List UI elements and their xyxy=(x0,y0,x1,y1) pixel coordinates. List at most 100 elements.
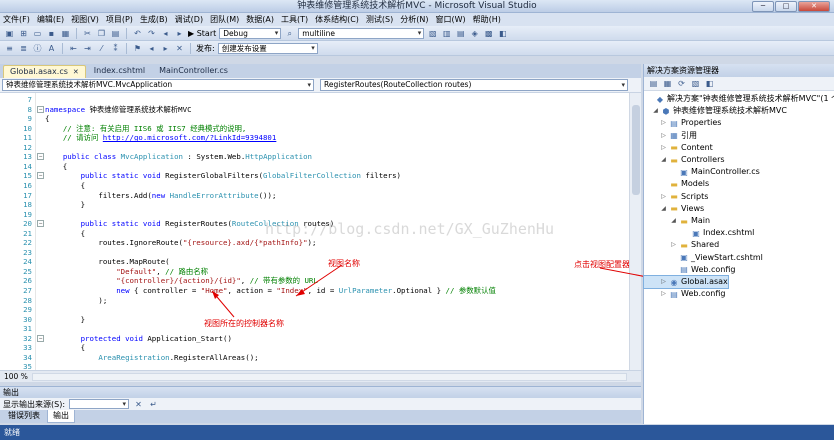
bookmark-clear-icon[interactable]: ✕ xyxy=(174,43,185,54)
expand-arrow-icon[interactable]: ◢ xyxy=(652,105,659,117)
tree-item[interactable]: ▣ Index.cshtml xyxy=(644,227,754,239)
tree-item[interactable]: ▷ ▤ Properties xyxy=(644,117,721,129)
extension-manager-icon[interactable]: ◧ xyxy=(497,28,508,39)
properties-icon[interactable]: ▤ xyxy=(648,78,659,89)
bookmark-next-icon[interactable]: ▸ xyxy=(160,43,171,54)
expand-arrow-icon[interactable]: ▷ xyxy=(660,117,667,129)
tree-item[interactable]: ◆解决方案"钟表维修管理系统技术解析MVC"(1 个项目) xyxy=(644,93,834,105)
start-debugging-button[interactable]: ▶ Start xyxy=(188,29,216,38)
comment-icon[interactable]: ⁄ xyxy=(96,43,107,54)
expand-arrow-icon[interactable]: ▷ xyxy=(660,288,667,300)
member-list-icon[interactable]: ≡ xyxy=(4,43,15,54)
redo-icon[interactable]: ↷ xyxy=(146,28,157,39)
tree-item[interactable]: ▷ ◉ Global.asax xyxy=(643,275,729,289)
parameter-info-icon[interactable]: ≣ xyxy=(18,43,29,54)
editor-vertical-scrollbar[interactable] xyxy=(629,93,641,370)
view-designer-icon[interactable]: ◧ xyxy=(704,78,715,89)
refresh-icon[interactable]: ⟳ xyxy=(676,78,687,89)
menu-window[interactable]: 窗口(W) xyxy=(435,14,465,25)
tree-item[interactable]: ▷ ▤ Web.config xyxy=(644,288,725,300)
undo-icon[interactable]: ↶ xyxy=(132,28,143,39)
increase-indent-icon[interactable]: ⇥ xyxy=(82,43,93,54)
navigate-back-icon[interactable]: ◂ xyxy=(160,28,171,39)
expand-arrow-icon[interactable]: ◢ xyxy=(670,215,677,227)
find-in-files-icon[interactable]: ▧ xyxy=(427,28,438,39)
menu-tools[interactable]: 工具(T) xyxy=(281,14,308,25)
word-wrap-icon[interactable]: ↵ xyxy=(148,399,159,410)
output-source-combo[interactable] xyxy=(69,399,130,409)
menu-project[interactable]: 项目(P) xyxy=(106,14,133,25)
tab-global-asax-cs[interactable]: Global.asax.cs ✕ xyxy=(3,65,86,78)
bookmark-prev-icon[interactable]: ◂ xyxy=(146,43,157,54)
menu-data[interactable]: 数据(A) xyxy=(246,14,274,25)
menu-test[interactable]: 测试(S) xyxy=(366,14,393,25)
copy-icon[interactable]: ❐ xyxy=(96,28,107,39)
expand-arrow-icon[interactable]: ▷ xyxy=(660,142,667,154)
paste-icon[interactable]: ▤ xyxy=(110,28,121,39)
tab-main-controller[interactable]: MainController.cs xyxy=(153,65,234,78)
tree-item[interactable]: ◢ ▬ Views xyxy=(644,203,704,215)
save-all-icon[interactable]: ▦ xyxy=(60,28,71,39)
save-icon[interactable]: ▪ xyxy=(46,28,57,39)
show-all-files-icon[interactable]: ▦ xyxy=(662,78,673,89)
tree-item[interactable]: ▬ Models xyxy=(644,178,709,190)
navigate-forward-icon[interactable]: ▸ xyxy=(174,28,185,39)
tree-item[interactable]: ◢ ▬ Controllers xyxy=(644,154,724,166)
menu-help[interactable]: 帮助(H) xyxy=(473,14,501,25)
tab-error-list[interactable]: 错误列表 xyxy=(3,410,45,423)
tab-output[interactable]: 输出 xyxy=(47,410,75,423)
cut-icon[interactable]: ✂ xyxy=(82,28,93,39)
toolbox-icon[interactable]: ▩ xyxy=(483,28,494,39)
find-icon[interactable]: ⌕ xyxy=(284,28,295,39)
close-tab-icon[interactable]: ✕ xyxy=(73,68,79,76)
menu-file[interactable]: 文件(F) xyxy=(3,14,30,25)
menu-architecture[interactable]: 体系结构(C) xyxy=(315,14,359,25)
minimize-icon[interactable]: ─ xyxy=(752,1,774,12)
tree-item[interactable]: ◢ ▬ Main xyxy=(644,215,710,227)
code-editor[interactable]: 7 8− namespace 钟表维修管理系统技术解析MVC 9{10 // 注意: … xyxy=(0,93,641,370)
menu-edit[interactable]: 编辑(E) xyxy=(37,14,64,25)
class-combo[interactable]: 钟表维修管理系统技术解析MVC.MvcApplication xyxy=(2,79,314,91)
add-item-icon[interactable]: ⊞ xyxy=(18,28,29,39)
horizontal-scroll-track[interactable] xyxy=(31,372,627,381)
scroll-thumb[interactable] xyxy=(632,105,640,195)
tree-item[interactable]: ▷ ▬ Content xyxy=(644,142,713,154)
solution-configuration-combo[interactable]: Debug xyxy=(219,27,282,39)
zoom-level[interactable]: 100 % xyxy=(0,372,32,381)
expand-arrow-icon[interactable]: ◢ xyxy=(660,154,667,166)
uncomment-icon[interactable]: ⁑ xyxy=(110,43,121,54)
decrease-indent-icon[interactable]: ⇤ xyxy=(68,43,79,54)
expand-arrow-icon[interactable]: ▷ xyxy=(660,130,667,142)
open-file-icon[interactable]: ▭ xyxy=(32,28,43,39)
expand-arrow-icon[interactable]: ▷ xyxy=(660,191,667,203)
new-project-icon[interactable]: ▣ xyxy=(4,28,15,39)
find-combo[interactable]: multiline xyxy=(298,27,425,39)
tree-item[interactable]: ▤ Web.config xyxy=(644,264,735,276)
tree-item[interactable]: ▷ ▬ Scripts xyxy=(644,191,708,203)
clear-all-icon[interactable]: ✕ xyxy=(133,399,144,410)
close-icon[interactable]: ✕ xyxy=(798,1,830,12)
quick-info-icon[interactable]: ⓘ xyxy=(32,43,43,54)
tree-item[interactable]: ▷ ▬ Shared xyxy=(644,239,719,251)
menu-debug[interactable]: 调试(D) xyxy=(175,14,203,25)
view-code-icon[interactable]: ▧ xyxy=(690,78,701,89)
menu-build[interactable]: 生成(B) xyxy=(140,14,168,25)
maximize-icon[interactable]: □ xyxy=(775,1,797,12)
bookmark-toggle-icon[interactable]: ⚑ xyxy=(132,43,143,54)
expand-arrow-icon[interactable]: ▷ xyxy=(670,239,677,251)
solution-explorer-icon[interactable]: ▥ xyxy=(441,28,452,39)
editor-horizontal-scrollbar[interactable]: 100 % xyxy=(0,370,641,382)
tree-item[interactable]: ▣ MainController.cs xyxy=(644,166,760,178)
object-browser-icon[interactable]: ◈ xyxy=(469,28,480,39)
tree-item[interactable]: ◢ ⬢ 钟表维修管理系统技术解析MVC xyxy=(644,105,787,117)
tree-item[interactable]: ▷ ▦ 引用 xyxy=(644,130,697,142)
member-combo[interactable]: RegisterRoutes(RouteCollection routes) xyxy=(320,79,628,91)
expand-arrow-icon[interactable]: ▷ xyxy=(660,276,667,288)
tab-index-cshtml[interactable]: Index.cshtml xyxy=(88,65,151,78)
menu-team[interactable]: 团队(M) xyxy=(210,14,239,25)
publish-combo[interactable]: 创建发布设置 xyxy=(217,42,318,54)
tree-item[interactable]: ▣ _ViewStart.cshtml xyxy=(644,252,763,264)
menu-analyze[interactable]: 分析(N) xyxy=(400,14,428,25)
menu-view[interactable]: 视图(V) xyxy=(71,14,99,25)
properties-window-icon[interactable]: ▤ xyxy=(455,28,466,39)
